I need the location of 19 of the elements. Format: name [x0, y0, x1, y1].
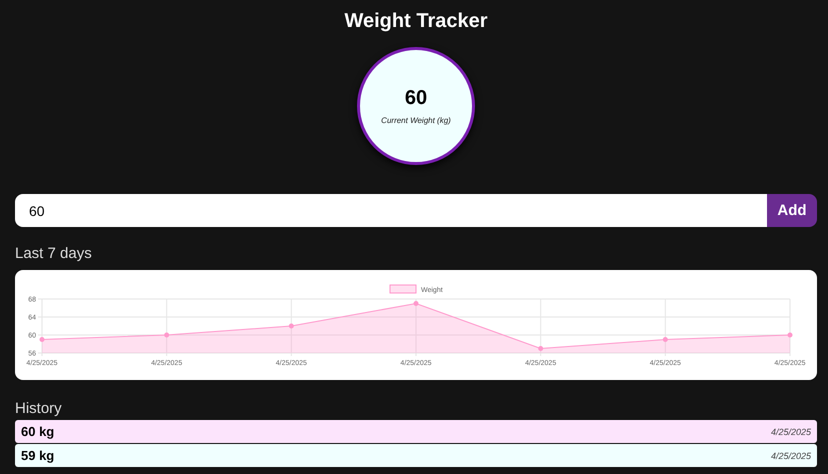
data-point [164, 332, 170, 338]
data-point [414, 301, 418, 306]
current-weight-value: 60 [404, 87, 428, 110]
data-point [288, 324, 294, 328]
entry-date: 4/25/2025 [770, 450, 811, 460]
data-point [538, 346, 544, 351]
entry-weight: 59 kg [21, 448, 54, 463]
current-weight-label: Current Weight (kg) [381, 116, 451, 125]
data-point [662, 337, 668, 342]
data-point [40, 337, 44, 342]
data-point [788, 332, 792, 338]
section-heading: Last 7 days [15, 245, 93, 262]
section-heading: History [15, 400, 63, 417]
legend-swatch[interactable] [390, 284, 416, 294]
entry-weight: 60 kg [21, 424, 54, 439]
weight-input[interactable]: 60 [15, 194, 767, 227]
add-button[interactable]: Add [767, 194, 817, 227]
page-title: Weight Tracker [343, 10, 489, 33]
entry-date: 4/25/2025 [770, 426, 811, 436]
